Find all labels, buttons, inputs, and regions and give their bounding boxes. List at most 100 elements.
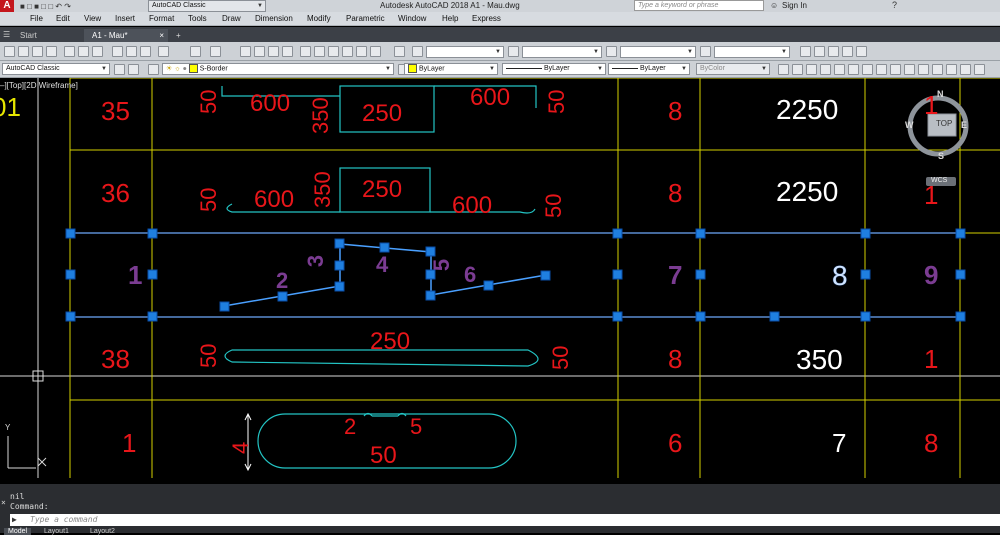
pan-icon[interactable] [240,46,251,57]
dim-angular-icon[interactable] [876,64,887,75]
customize-icon[interactable] [128,64,139,75]
saveas-icon[interactable] [46,46,57,57]
toolbar-icon-b[interactable] [814,46,825,57]
dim-style-icon[interactable] [508,46,519,57]
menu-file[interactable]: File [30,14,43,23]
new-tab-button[interactable]: + [168,29,189,42]
row35-dim-c: 600 [470,84,511,111]
toolbar-icon-a[interactable] [800,46,811,57]
workspace-switch-dropdown[interactable]: AutoCAD Classic ▼ [2,63,110,75]
app-logo-icon[interactable]: A [0,0,14,12]
command-close-icon[interactable]: × [1,498,6,507]
properties-icon[interactable] [300,46,311,57]
viewcube-e-label[interactable]: E [961,121,967,130]
layer-dropdown[interactable]: ☀ ☼ ● S-Border ▼ [162,63,394,75]
menu-help[interactable]: Help [442,14,458,23]
dim-baseline-icon[interactable] [904,64,915,75]
cut-icon[interactable] [112,46,123,57]
open-icon[interactable] [18,46,29,57]
menu-dimension[interactable]: Dimension [255,14,293,23]
menu-view[interactable]: View [84,14,101,23]
tolerance-icon[interactable] [960,64,971,75]
layout-tab-model[interactable]: Model [4,528,32,535]
user-icon[interactable]: ☺ [770,1,778,10]
dim-linear-icon[interactable] [778,64,789,75]
tab-start[interactable]: Start [12,29,45,42]
table-style-dropdown[interactable]: ▼ [620,46,696,58]
tool-palettes-icon[interactable] [328,46,339,57]
dim-style-dropdown[interactable]: ▼ [522,46,602,58]
dim-break-icon[interactable] [946,64,957,75]
markup-icon[interactable] [356,46,367,57]
dim-diameter-icon[interactable] [862,64,873,75]
viewcube-top-label[interactable]: TOP [936,120,952,128]
zoom-previous-icon[interactable] [282,46,293,57]
multileader-style-dropdown[interactable]: ▼ [714,46,790,58]
help-icon[interactable]: ? [892,0,897,10]
match-properties-icon[interactable] [158,46,169,57]
zoom-window-icon[interactable] [268,46,279,57]
dim-arc-icon[interactable] [806,64,817,75]
menu-window[interactable]: Window [398,14,426,23]
dim-aligned-icon[interactable] [792,64,803,75]
plotstyle-dropdown[interactable]: ByColor ▼ [696,63,770,75]
row38-dim-length: 250 [370,328,411,355]
multileader-style-icon[interactable] [700,46,711,57]
menu-express[interactable]: Express [472,14,501,23]
preview-icon[interactable] [78,46,89,57]
quick-dim-icon[interactable] [890,64,901,75]
viewcube-w-label[interactable]: W [905,121,914,130]
table-style-icon[interactable] [606,46,617,57]
help-button-icon[interactable] [394,46,405,57]
dim-continue-icon[interactable] [918,64,929,75]
drawing-canvas[interactable]: –][Top][2D Wireframe] 01 TOP N S W E WCS… [0,78,1000,484]
new-file-icon[interactable] [4,46,15,57]
paste-icon[interactable] [140,46,151,57]
layout-tab-2[interactable]: Layout2 [86,528,119,535]
tabs-menu-icon[interactable]: ☰ [3,30,10,39]
text-style-dropdown[interactable]: ▼ [426,46,504,58]
toolbar-icon-e[interactable] [856,46,867,57]
zoom-realtime-icon[interactable] [254,46,265,57]
quick-access-icons[interactable]: ■ □ ■ □ □ ↶ ↷ [20,2,71,11]
save-icon[interactable] [32,46,43,57]
close-icon[interactable]: × [159,29,164,42]
layout-tab-1[interactable]: Layout1 [40,528,73,535]
tab-document[interactable]: A1 - Mau* × [84,29,168,42]
toolbar-icon-c[interactable] [828,46,839,57]
text-style-icon[interactable] [412,46,423,57]
center-mark-icon[interactable] [974,64,985,75]
menu-insert[interactable]: Insert [115,14,135,23]
toolbar-icon-d[interactable] [842,46,853,57]
menu-modify[interactable]: Modify [307,14,331,23]
design-center-icon[interactable] [314,46,325,57]
menu-parametric[interactable]: Parametric [346,14,385,23]
menu-format[interactable]: Format [149,14,174,23]
viewcube-s-label[interactable]: S [938,152,944,161]
gear-icon[interactable] [114,64,125,75]
command-input[interactable]: Type a command [10,514,1000,526]
print-icon[interactable] [64,46,75,57]
menu-tools[interactable]: Tools [188,14,207,23]
calculator-icon[interactable] [370,46,381,57]
copy-icon[interactable] [126,46,137,57]
lineweight-dropdown[interactable]: ByLayer ▼ [608,63,690,75]
sheet-set-icon[interactable] [342,46,353,57]
layer-properties-icon[interactable] [148,64,159,75]
command-prompt-icon[interactable]: ▶ [12,514,17,526]
sign-in-link[interactable]: Sign In [782,1,807,10]
publish-icon[interactable] [92,46,103,57]
viewport-label[interactable]: –][Top][2D Wireframe] [0,82,78,90]
search-input[interactable]: Type a keyword or phrase [634,0,764,11]
dim-ordinate-icon[interactable] [820,64,831,75]
dim-space-icon[interactable] [932,64,943,75]
dim-jogged-icon[interactable] [848,64,859,75]
menu-draw[interactable]: Draw [222,14,241,23]
color-dropdown[interactable]: ByLayer ▼ [404,63,498,75]
redo-icon[interactable] [210,46,221,57]
workspace-dropdown[interactable]: AutoCAD Classic ▼ [148,0,266,12]
menu-edit[interactable]: Edit [56,14,70,23]
undo-icon[interactable] [190,46,201,57]
linetype-dropdown[interactable]: ByLayer ▼ [502,63,606,75]
dim-radius-icon[interactable] [834,64,845,75]
